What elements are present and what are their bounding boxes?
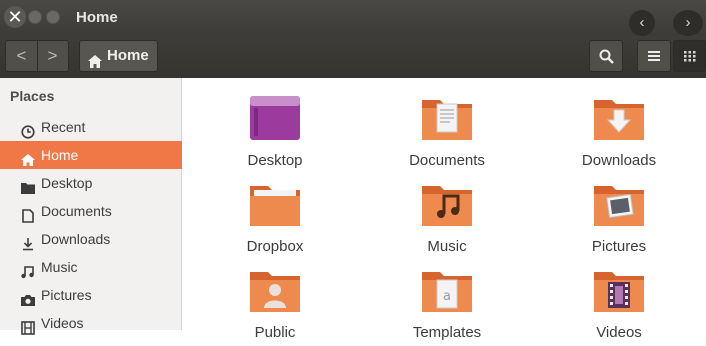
file-item-public[interactable]: Public xyxy=(205,266,345,346)
title-bar: ✕ Home ‹ › xyxy=(0,0,706,36)
file-item-label: Videos xyxy=(596,324,642,341)
pictures-folder-icon xyxy=(592,180,646,228)
close-window-button[interactable]: ✕ xyxy=(4,6,26,28)
history-nav-group: < > xyxy=(5,40,69,72)
sidebar-item-videos[interactable]: Videos xyxy=(0,309,182,337)
sidebar-item-documents[interactable]: Documents xyxy=(0,197,182,225)
file-item-label: Documents xyxy=(409,152,485,169)
list-view-button[interactable] xyxy=(637,40,671,72)
sidebar-item-recent[interactable]: Recent xyxy=(0,113,182,141)
sidebar-item-pictures[interactable]: Pictures xyxy=(0,281,182,309)
file-item-label: Music xyxy=(427,238,467,255)
sidebar-item-label: Pictures xyxy=(41,287,92,303)
title-forward-button[interactable]: › xyxy=(673,10,703,36)
templates-folder-icon: a xyxy=(420,266,474,314)
sidebar-item-music[interactable]: Music xyxy=(0,253,182,281)
file-item-pictures[interactable]: Pictures xyxy=(549,180,689,260)
music-folder-icon xyxy=(420,180,474,228)
file-item-label: Desktop xyxy=(247,152,303,169)
file-item-documents[interactable]: Documents xyxy=(377,94,517,174)
sidebar-item-label: Desktop xyxy=(41,175,93,191)
file-item-music[interactable]: Music xyxy=(377,180,517,260)
file-item-label: Public xyxy=(254,324,296,341)
sidebar-item-label: Videos xyxy=(41,315,84,331)
title-back-button[interactable]: ‹ xyxy=(629,10,655,36)
camera-icon xyxy=(20,288,36,306)
forward-button[interactable]: > xyxy=(37,41,68,71)
home-icon xyxy=(88,49,102,79)
file-item-desktop[interactable]: Desktop xyxy=(205,94,345,174)
grid-view-button[interactable] xyxy=(673,40,706,72)
sidebar-item-home[interactable]: Home xyxy=(0,141,182,169)
folder-icon xyxy=(20,176,36,194)
public-folder-icon xyxy=(248,266,302,314)
file-item-label: Dropbox xyxy=(246,238,304,255)
document-icon xyxy=(20,204,36,223)
music-icon xyxy=(20,260,36,279)
file-grid: Desktop Documents Downloads Dropbox Musi… xyxy=(182,78,706,341)
folder-icon xyxy=(248,180,302,228)
file-item-label: Templates xyxy=(412,324,482,341)
videos-folder-icon xyxy=(592,266,646,314)
download-icon xyxy=(20,232,36,251)
home-icon xyxy=(20,148,36,166)
sidebar-item-downloads[interactable]: Downloads xyxy=(0,225,182,253)
sidebar-heading: Places xyxy=(10,88,55,104)
places-sidebar: Places Recent Home Desktop Documents Dow… xyxy=(0,78,182,335)
file-item-label: Pictures xyxy=(591,238,647,255)
file-item-dropbox[interactable]: Dropbox xyxy=(205,180,345,260)
clock-icon xyxy=(20,120,36,139)
back-button[interactable]: < xyxy=(6,41,38,71)
window-title: Home xyxy=(76,9,118,26)
file-item-videos[interactable]: Videos xyxy=(549,266,689,346)
sidebar-item-label: Recent xyxy=(41,119,86,135)
file-item-templates[interactable]: a Templates xyxy=(377,266,517,346)
minimize-window-button[interactable] xyxy=(28,10,42,24)
sidebar-item-label: Downloads xyxy=(41,231,111,247)
sidebar-item-desktop[interactable]: Desktop xyxy=(0,169,182,197)
file-item-label: Downloads xyxy=(581,152,657,169)
documents-folder-icon xyxy=(420,94,474,142)
sidebar-item-label: Documents xyxy=(41,203,112,219)
sidebar-item-label: Music xyxy=(41,259,78,275)
desktop-folder-icon xyxy=(248,94,302,142)
film-icon xyxy=(20,316,36,335)
svg-text:a: a xyxy=(443,289,451,304)
toolbar: < > Home xyxy=(0,36,706,78)
sidebar-item-label: Home xyxy=(41,147,79,163)
location-label: Home xyxy=(107,47,149,64)
file-item-downloads[interactable]: Downloads xyxy=(549,94,689,174)
maximize-window-button[interactable] xyxy=(46,10,60,24)
search-button[interactable] xyxy=(589,40,623,72)
downloads-folder-icon xyxy=(592,94,646,142)
location-path-button[interactable]: Home xyxy=(79,40,158,72)
